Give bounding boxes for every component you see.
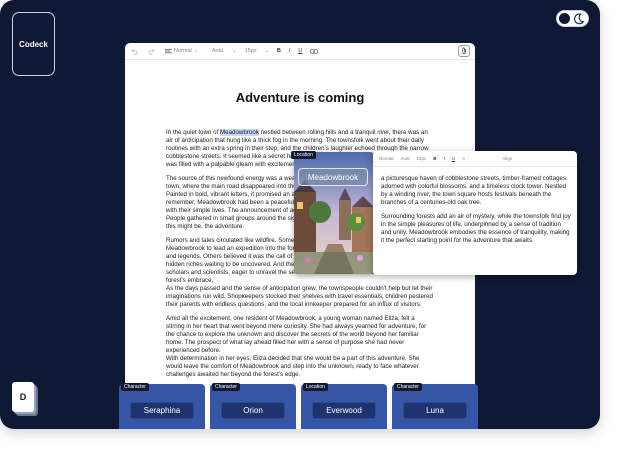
paragraph: As the days passed and the sense of anti… bbox=[166, 285, 433, 308]
attach-button[interactable] bbox=[458, 45, 470, 57]
chevron-down-icon: ⌄ bbox=[193, 48, 198, 54]
side-size-select[interactable]: 15px bbox=[417, 156, 427, 161]
card-name-button[interactable]: Seraphina bbox=[130, 402, 194, 419]
paragraph: Surrounding forests add an air of myster… bbox=[381, 213, 571, 244]
side-underline-button[interactable]: U bbox=[452, 156, 455, 161]
card-type-badge: Character bbox=[212, 383, 240, 391]
toggle-knob bbox=[559, 13, 570, 24]
side-bold-button[interactable]: B bbox=[433, 156, 436, 161]
app-frame: Codeck D Normal ⌄ Arial ⌄ 15px ⌄ B I U A… bbox=[0, 0, 600, 429]
italic-button[interactable]: I bbox=[289, 48, 291, 54]
card-name-button[interactable]: Luna bbox=[403, 402, 467, 419]
link-icon[interactable] bbox=[310, 48, 320, 54]
chevron-down-icon: ⌄ bbox=[232, 48, 237, 54]
paragraph: a picturesque haven of cobblestone stree… bbox=[381, 175, 567, 206]
undo-icon[interactable] bbox=[131, 48, 140, 55]
logo-text: Codeck bbox=[19, 39, 48, 49]
side-align-select[interactable]: Align bbox=[502, 156, 512, 161]
card-type-badge: Character bbox=[394, 383, 422, 391]
side-style-select[interactable]: Normal bbox=[379, 156, 394, 161]
paperclip-icon bbox=[461, 47, 466, 54]
paragraph-style-select[interactable]: Normal ⌄ bbox=[165, 48, 198, 54]
popup-type-badge: Location bbox=[291, 151, 316, 159]
side-font-select[interactable]: Arial bbox=[401, 156, 410, 161]
moon-icon bbox=[574, 13, 585, 25]
location-description-panel: Normal Arial 15px B I U ∞ Align a pictur… bbox=[373, 151, 577, 275]
editor-toolbar: Normal ⌄ Arial ⌄ 15px ⌄ B I U bbox=[125, 43, 475, 60]
popup-title-button[interactable]: Meadowbrook bbox=[298, 168, 368, 186]
card-name-button[interactable]: Orion bbox=[221, 402, 285, 419]
side-italic-button[interactable]: I bbox=[444, 156, 445, 161]
chevron-down-icon: ⌄ bbox=[264, 48, 269, 54]
underline-button[interactable]: U bbox=[298, 48, 302, 54]
theme-toggle[interactable] bbox=[556, 10, 589, 27]
paragraph-icon bbox=[165, 48, 172, 54]
redo-icon[interactable] bbox=[148, 48, 157, 55]
paragraph-style-label: Normal bbox=[174, 48, 192, 54]
entity-card[interactable]: Character Orion bbox=[210, 383, 296, 429]
logo-card[interactable]: Codeck bbox=[12, 12, 55, 76]
side-body[interactable]: a picturesque haven of cobblestone stree… bbox=[381, 175, 571, 251]
card-type-badge: Character bbox=[121, 383, 149, 391]
document-tab-letter: D bbox=[19, 392, 27, 402]
bold-button[interactable]: B bbox=[277, 48, 281, 54]
paragraph: With determination in her eyes, Eliza de… bbox=[166, 355, 420, 378]
document-title: Adventure is coming bbox=[235, 90, 365, 105]
paragraph: Amid all the excitement, one resident of… bbox=[166, 315, 427, 354]
font-label: Arial bbox=[211, 48, 223, 54]
font-size-select[interactable]: 15px ⌄ bbox=[245, 48, 269, 54]
document-tab[interactable]: D bbox=[12, 382, 34, 412]
card-name-button[interactable]: Everwood bbox=[312, 402, 376, 419]
font-size-label: 15px bbox=[244, 48, 257, 54]
card-type-badge: Location bbox=[303, 383, 328, 391]
entity-card[interactable]: Character Luna bbox=[392, 383, 478, 429]
side-toolbar: Normal Arial 15px B I U ∞ Align bbox=[373, 151, 577, 167]
entity-card[interactable]: Character Seraphina bbox=[119, 383, 205, 429]
side-link-icon[interactable]: ∞ bbox=[462, 156, 465, 161]
highlighted-entity[interactable]: Meadowbrook bbox=[220, 129, 259, 136]
entity-card[interactable]: Location Everwood bbox=[301, 383, 387, 429]
font-select[interactable]: Arial ⌄ bbox=[212, 48, 237, 54]
paragraph-text: In the quiet town of bbox=[166, 129, 221, 136]
